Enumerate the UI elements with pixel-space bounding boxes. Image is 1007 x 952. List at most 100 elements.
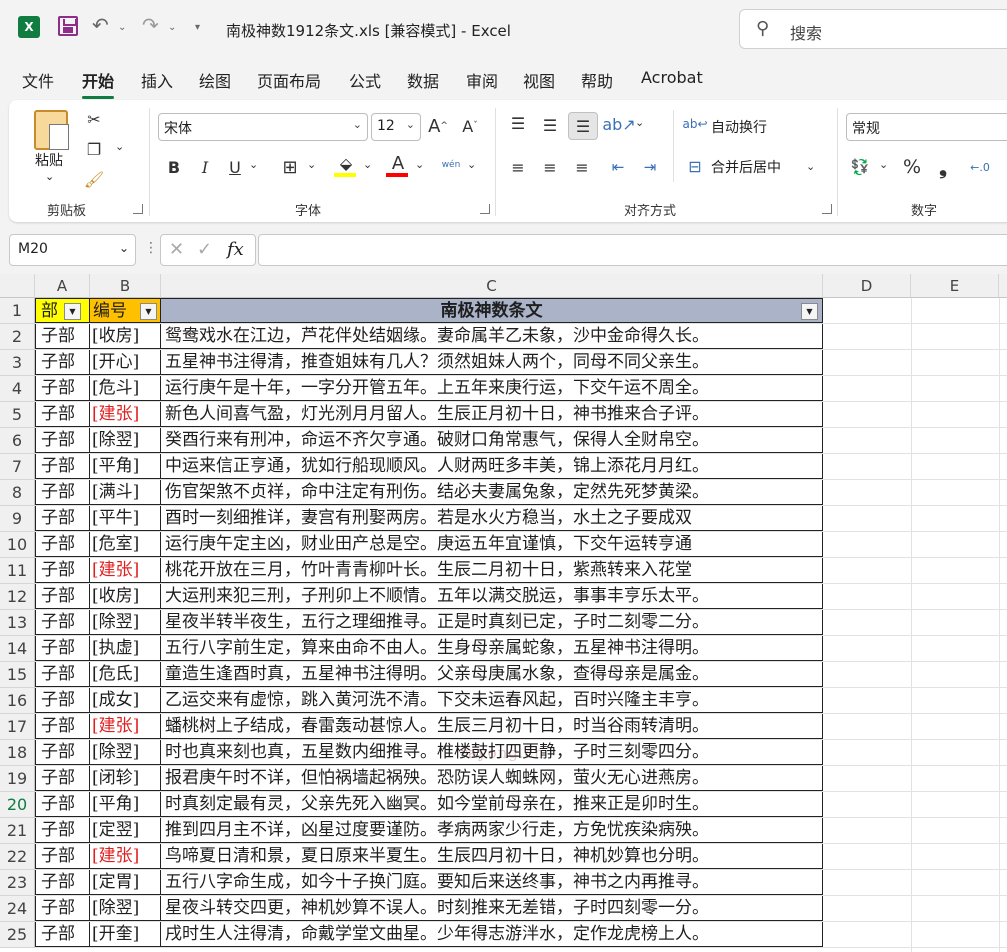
more-icon[interactable]: ⋮ — [144, 240, 158, 256]
tab-9[interactable]: 帮助 — [581, 68, 613, 92]
row-header[interactable]: 9 — [0, 506, 35, 532]
header-cell-tiaowen[interactable]: 南极神数条文 ▼ — [161, 298, 823, 323]
cell-bu[interactable]: 子部 — [35, 870, 90, 895]
merge-center-button[interactable]: 合并后居中 — [711, 157, 781, 177]
redo-dropdown-icon[interactable]: ⌄ — [168, 22, 176, 33]
cell-bianhao[interactable]: [执虚] — [90, 636, 161, 661]
cell-bianhao[interactable]: [平角] — [90, 454, 161, 479]
font-color-dropdown-icon[interactable]: ⌄ — [415, 158, 424, 171]
cut-icon[interactable]: ✂ — [83, 108, 105, 130]
cell-bianhao[interactable]: [收房] — [90, 584, 161, 609]
cell-bianhao[interactable]: [危氐] — [90, 662, 161, 687]
row-header[interactable]: 5 — [0, 402, 35, 428]
cell-tiaowen[interactable]: 运行庚午是十年，一字分开管五年。上五年来庚行运，下交午运不周全。 — [161, 376, 823, 401]
cell-bianhao[interactable]: [平牛] — [90, 506, 161, 531]
cell-bianhao[interactable]: [收房] — [90, 324, 161, 349]
font-launcher-icon[interactable] — [480, 204, 490, 214]
cell-bianhao[interactable]: [除翌] — [90, 428, 161, 453]
copy-dropdown-icon[interactable]: ⌄ — [115, 140, 124, 153]
merge-dropdown-icon[interactable]: ⌄ — [806, 160, 815, 173]
bold-button[interactable]: B — [164, 156, 184, 178]
borders-icon[interactable]: ⊞ — [279, 156, 301, 178]
tab-4[interactable]: 页面布局 — [257, 68, 321, 92]
cell-tiaowen[interactable]: 乙运交来有虚惊，跳入黄河洗不清。下交未运春风起，百时兴隆主丰亨。 — [161, 688, 823, 713]
percent-button[interactable]: % — [901, 156, 923, 178]
cell-bu[interactable]: 子部 — [35, 532, 90, 557]
cell-tiaowen[interactable]: 五行八字前生定，算来由命不由人。生身母亲属蛇象，五星神书注得明。 — [161, 636, 823, 661]
cell-tiaowen[interactable]: 鸟啼夏日清和景，夏日原来半夏生。生辰四月初十日，神机妙算也分明。 — [161, 844, 823, 869]
cell-tiaowen[interactable]: 报君庚午时不详，但怕祸墙起祸殃。恐防误人蜘蛛网，萤火无心进燕房。 — [161, 766, 823, 791]
cell-bu[interactable]: 子部 — [35, 324, 90, 349]
cell-bu[interactable]: 子部 — [35, 584, 90, 609]
row-header[interactable]: 8 — [0, 480, 35, 506]
formula-input[interactable] — [258, 234, 1007, 266]
row-header[interactable]: 21 — [0, 818, 35, 844]
tab-8[interactable]: 视图 — [523, 68, 555, 92]
select-all-corner[interactable] — [0, 274, 35, 298]
row-header[interactable]: 23 — [0, 870, 35, 896]
orientation-dropdown-icon[interactable]: ⌄ — [635, 116, 644, 129]
column-header-d[interactable]: D — [823, 274, 911, 298]
accounting-dropdown-icon[interactable]: ⌄ — [879, 158, 888, 171]
cell-tiaowen[interactable]: 中运来信正亨通，犹如行船现顺风。人财两旺多丰美，锦上添花月月红。 — [161, 454, 823, 479]
cell-bianhao[interactable]: [危斗] — [90, 376, 161, 401]
underline-button[interactable]: U — [225, 156, 245, 178]
paste-dropdown-icon[interactable]: ⌄ — [45, 170, 54, 183]
cell-bu[interactable]: 子部 — [35, 558, 90, 583]
phonetic-icon[interactable]: wén — [437, 154, 465, 176]
cell-tiaowen[interactable]: 五行八字命生成，如今十子换门庭。要知后来送终事，神书之内再推寻。 — [161, 870, 823, 895]
cell-bianhao[interactable]: [满斗] — [90, 480, 161, 505]
cell-bianhao[interactable]: [成女] — [90, 688, 161, 713]
redo-icon[interactable]: ↷ — [142, 13, 159, 37]
cell-tiaowen[interactable]: 推到四月主不详，凶星过度要谨防。孝病两家少行走，方免忧疾染病殃。 — [161, 818, 823, 843]
cell-bu[interactable]: 子部 — [35, 792, 90, 817]
number-format-select[interactable]: 常规 — [846, 113, 1007, 141]
cell-bu[interactable]: 子部 — [35, 740, 90, 765]
row-header[interactable]: 15 — [0, 662, 35, 688]
clipboard-launcher-icon[interactable] — [133, 204, 143, 214]
cell-bianhao[interactable]: [建张] — [90, 844, 161, 869]
cell-bianhao[interactable]: [危室] — [90, 532, 161, 557]
column-header-a[interactable]: A — [35, 274, 90, 298]
tab-0[interactable]: 文件 — [22, 68, 54, 92]
row-header[interactable]: 6 — [0, 428, 35, 454]
filter-dropdown-icon[interactable]: ▼ — [140, 303, 157, 320]
row-header[interactable]: 14 — [0, 636, 35, 662]
italic-button[interactable]: I — [195, 156, 215, 178]
tab-2[interactable]: 插入 — [141, 68, 173, 92]
increase-decimal-icon[interactable]: ←.0 — [965, 156, 995, 178]
decrease-indent-icon[interactable]: ⇤ — [607, 156, 629, 178]
cell-tiaowen[interactable]: 时真刻定最有灵，父亲先死入幽冥。如今堂前母亲在，推来正是卯时生。 — [161, 792, 823, 817]
cell-bianhao[interactable]: [除翌] — [90, 740, 161, 765]
row-header[interactable]: 19 — [0, 766, 35, 792]
cell-bu[interactable]: 子部 — [35, 376, 90, 401]
merge-center-icon[interactable]: ⊟ — [685, 156, 705, 176]
cell-tiaowen[interactable]: 星夜斗转交四更，神机妙算不误人。时刻推来无差错，子时四刻零一分。 — [161, 896, 823, 921]
cell-bu[interactable]: 子部 — [35, 428, 90, 453]
cell-bu[interactable]: 子部 — [35, 818, 90, 843]
tab-6[interactable]: 数据 — [407, 68, 439, 92]
row-header[interactable]: 7 — [0, 454, 35, 480]
tab-5[interactable]: 公式 — [349, 68, 381, 92]
cell-bianhao[interactable]: [闭轸] — [90, 766, 161, 791]
format-painter-icon[interactable]: 🖌 — [83, 168, 105, 190]
align-middle-icon[interactable]: ☰ — [539, 114, 561, 136]
cell-tiaowen[interactable]: 运行庚午定主凶，财业田产总是空。庚运五年宜谨慎，下交午运转亨通 — [161, 532, 823, 557]
filter-dropdown-icon[interactable]: ▼ — [64, 303, 81, 320]
tab-7[interactable]: 审阅 — [466, 68, 498, 92]
underline-dropdown-icon[interactable]: ⌄ — [249, 158, 258, 171]
cell-bu[interactable]: 子部 — [35, 454, 90, 479]
align-right-icon[interactable]: ≡ — [571, 156, 593, 178]
row-header[interactable]: 12 — [0, 584, 35, 610]
cell-tiaowen[interactable]: 时也真来刻也真，五星数内细推寻。椎楼鼓打四更静，子时三刻零四分。 — [161, 740, 823, 765]
font-size-select[interactable]: 12 ⌄ — [371, 113, 421, 141]
cell-bu[interactable]: 子部 — [35, 350, 90, 375]
cell-bianhao[interactable]: [开心] — [90, 350, 161, 375]
tab-10[interactable]: Acrobat — [641, 68, 703, 87]
copy-icon[interactable]: ❐ — [83, 138, 105, 160]
borders-dropdown-icon[interactable]: ⌄ — [307, 158, 316, 171]
cell-bu[interactable]: 子部 — [35, 922, 90, 947]
search-box[interactable]: ⚲ 搜索 — [739, 9, 1007, 49]
row-header[interactable]: 18 — [0, 740, 35, 766]
cell-tiaowen[interactable]: 蟠桃树上子结成，春雷轰动甚惊人。生辰三月初十日，时当谷雨转清明。 — [161, 714, 823, 739]
